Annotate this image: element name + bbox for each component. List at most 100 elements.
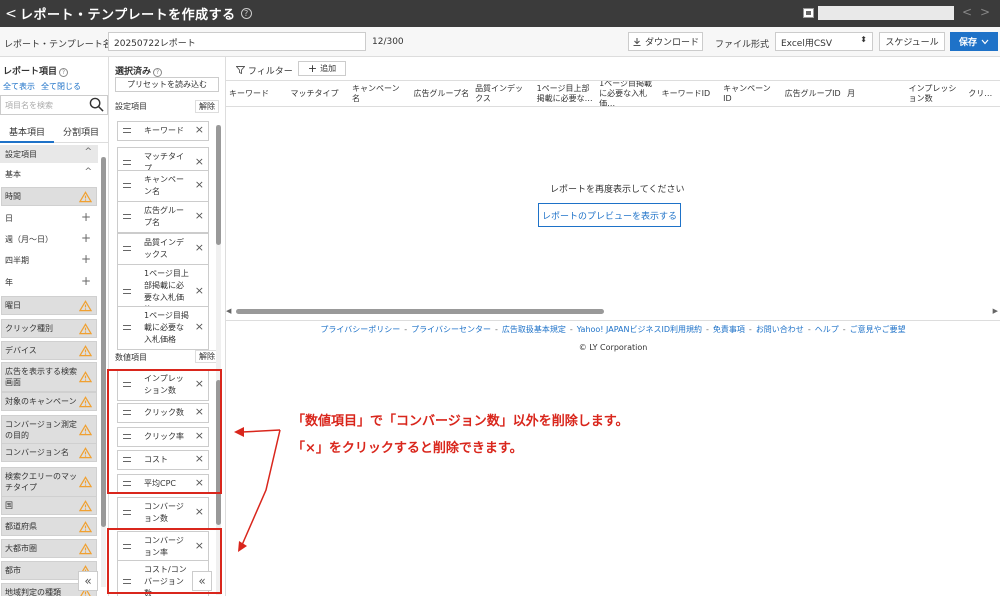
column-header[interactable]: キャンペーン名 (349, 81, 411, 106)
account-selector[interactable] (818, 6, 954, 20)
column-header[interactable]: 品質インデックス (472, 81, 534, 106)
filter-button[interactable]: フィルター (235, 64, 293, 77)
footer-link[interactable]: お問い合わせ (756, 325, 804, 334)
file-format-select[interactable]: Excel用CSV ⬍ (775, 32, 873, 51)
group-basic[interactable]: 基本 ^ (0, 165, 98, 183)
column-header[interactable]: キャンペーンID (720, 81, 782, 106)
remove-icon[interactable]: × (195, 285, 204, 297)
column-header[interactable]: 1ページ目掲載に必要な入札価… (596, 81, 659, 106)
selected-setting-item: 品質インデックス × (117, 233, 209, 265)
collapse-all-link[interactable]: 全て閉じる (41, 82, 81, 91)
plus-icon[interactable]: + (81, 211, 91, 223)
group-settings[interactable]: 設定項目 ^ (0, 145, 98, 163)
footer-link[interactable]: 広告取扱基本規定 (502, 325, 566, 334)
column-header[interactable]: キーワードID (659, 81, 721, 106)
plus-icon[interactable]: + (81, 232, 91, 244)
copyright: © LY Corporation (578, 343, 648, 352)
download-button[interactable]: ダウンロード (628, 32, 703, 51)
drag-handle-icon[interactable] (123, 246, 131, 251)
remove-icon[interactable]: × (195, 210, 204, 222)
search-icon[interactable] (89, 97, 104, 112)
scroll-left-icon[interactable]: ◀ (226, 307, 231, 315)
report-item[interactable]: 広告を表示する検索画面 (1, 362, 97, 392)
drag-handle-icon[interactable] (123, 128, 131, 133)
warning-icon (79, 499, 92, 511)
scrollbar[interactable] (101, 157, 106, 587)
drag-handle-icon[interactable] (123, 183, 131, 188)
back-button[interactable]: < (2, 6, 20, 22)
chevron-right-icon[interactable]: > (980, 5, 990, 19)
column-header[interactable]: 広告グループ名 (411, 81, 473, 106)
remove-icon[interactable]: × (195, 156, 204, 168)
drag-handle-icon[interactable] (123, 289, 131, 294)
highlight-box-metrics-lower (107, 528, 222, 594)
drag-handle-icon[interactable] (123, 160, 131, 165)
help-icon[interactable]: ? (59, 68, 69, 77)
report-item[interactable]: 時間 (1, 187, 97, 206)
footer-link[interactable]: 免責事項 (713, 325, 745, 334)
selected-metric-item: コンバージョン数 × (117, 497, 209, 529)
tab-basic-items[interactable]: 基本項目 (0, 119, 54, 143)
report-item[interactable]: コンバージョン測定の目的 (1, 415, 97, 445)
save-button[interactable]: 保存 (950, 32, 998, 51)
report-item-label: 日 (5, 214, 13, 223)
report-item[interactable]: デバイス (1, 341, 97, 360)
show-preview-button[interactable]: レポートのプレビューを表示する (538, 203, 681, 227)
report-item[interactable]: 国 (1, 496, 97, 515)
warning-icon (79, 190, 92, 202)
drag-handle-icon[interactable] (123, 510, 131, 515)
scroll-right-icon[interactable]: ▶ (993, 307, 998, 315)
load-preset-button[interactable]: プリセットを読み込む (115, 77, 219, 92)
chevron-left-icon[interactable]: < (962, 5, 972, 19)
report-item[interactable]: コンバージョン名 (1, 443, 97, 462)
remove-icon[interactable]: × (195, 321, 204, 333)
plus-icon[interactable]: + (81, 253, 91, 265)
remove-icon[interactable]: × (195, 242, 204, 254)
column-header[interactable]: 1ページ目上部掲載に必要な… (534, 81, 597, 106)
show-all-link[interactable]: 全て表示 (3, 82, 35, 91)
report-item[interactable]: 対象のキャンペーン (1, 392, 97, 411)
remove-icon[interactable]: × (195, 506, 204, 518)
add-filter-button[interactable]: + 追加 (298, 61, 346, 76)
item-search-input[interactable]: 項目名を検索 (0, 95, 108, 115)
report-item[interactable]: 都道府県 (1, 517, 97, 536)
column-header[interactable]: 月 (844, 81, 906, 106)
column-header[interactable]: 広告グループID (782, 81, 845, 106)
warning-icon (79, 322, 92, 334)
help-icon[interactable]: ? (153, 68, 163, 77)
template-name-input[interactable]: 20250722レポート (108, 32, 366, 51)
warning-icon (79, 299, 92, 311)
report-item[interactable]: 年 + (1, 273, 97, 292)
column-header[interactable]: キーワード (226, 81, 288, 106)
schedule-button[interactable]: スケジュール (879, 32, 945, 51)
footer-link[interactable]: プライバシーセンター (411, 325, 491, 334)
report-item[interactable]: 大都市圏 (1, 539, 97, 558)
report-item[interactable]: 曜日 (1, 296, 97, 315)
report-item[interactable]: 週（月〜日） + (1, 230, 97, 249)
tab-split-items[interactable]: 分割項目 (54, 119, 108, 143)
report-item[interactable]: 四半期 + (1, 251, 97, 270)
column-header[interactable]: マッチタイプ (288, 81, 350, 106)
remove-icon[interactable]: × (195, 124, 204, 136)
footer-link[interactable]: ご意見やご要望 (850, 325, 906, 334)
plus-icon[interactable]: + (81, 275, 91, 287)
footer-link[interactable]: ヘルプ (815, 325, 839, 334)
chevron-up-icon: ^ (84, 147, 92, 157)
empty-message: レポートを再度表示してください (550, 185, 685, 195)
footer-link[interactable]: プライバシーポリシー (320, 325, 400, 334)
clear-settings-button[interactable]: 解除 (195, 100, 219, 113)
report-item[interactable]: クリック種別 (1, 319, 97, 338)
collapse-panel-button[interactable]: « (78, 571, 98, 591)
account-icon[interactable] (803, 8, 814, 18)
report-item[interactable]: 日 + (1, 209, 97, 228)
help-icon[interactable]: ? (240, 8, 252, 19)
remove-icon[interactable]: × (195, 179, 204, 191)
footer-link[interactable]: Yahoo! JAPANビジネスID利用規約 (577, 325, 702, 334)
column-header[interactable]: クリ… (965, 81, 1000, 106)
column-header[interactable]: インプレッション数 (906, 81, 966, 106)
drag-handle-icon[interactable] (123, 214, 131, 219)
scrollbar[interactable] (216, 125, 221, 595)
drag-handle-icon[interactable] (123, 325, 131, 330)
report-item[interactable]: 検索クエリーのマッチタイプ (1, 467, 97, 497)
horizontal-scrollbar[interactable]: ◀ ▶ (226, 307, 1000, 315)
